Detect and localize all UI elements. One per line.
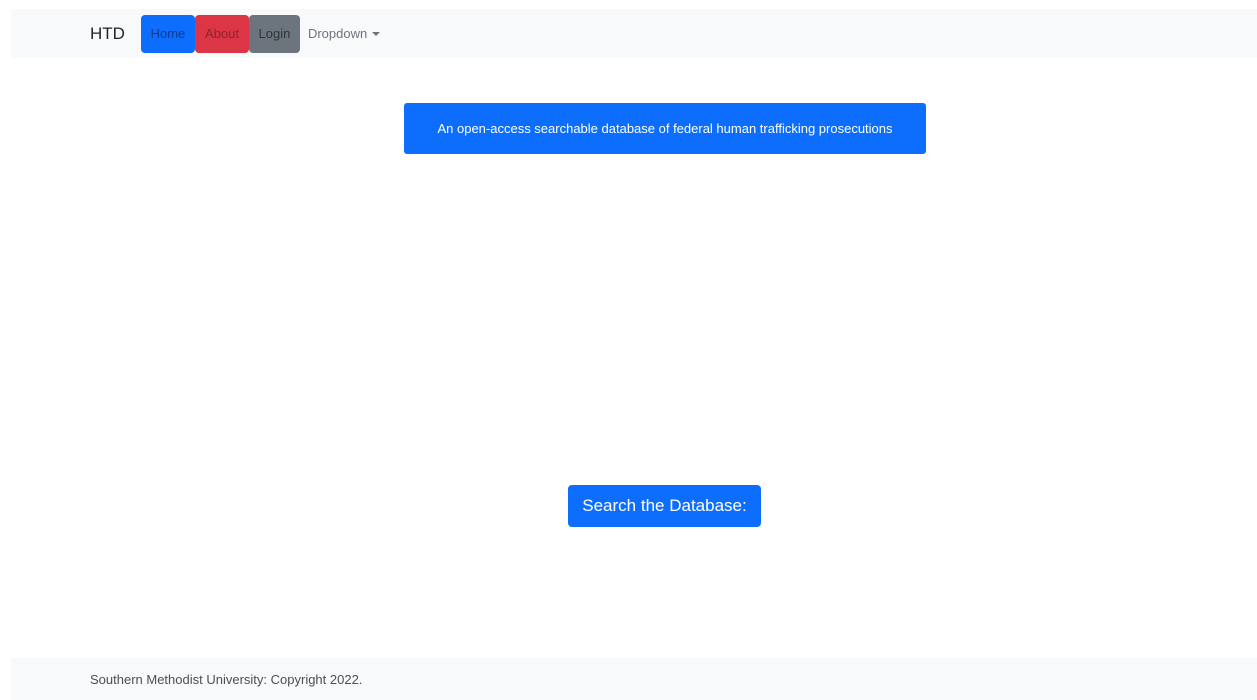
caret-down-icon [372, 31, 381, 36]
footer: Southern Methodist University: Copyright… [11, 658, 1257, 700]
nav-login-button[interactable]: Login [248, 14, 300, 53]
nav-home-button[interactable]: Home [140, 14, 195, 53]
brand-link[interactable]: HTD [90, 24, 125, 44]
nav-about-button[interactable]: About [194, 14, 249, 53]
search-database-button[interactable]: Search the Database: [568, 485, 761, 527]
footer-copyright: Southern Methodist University: Copyright… [90, 671, 363, 687]
nav-dropdown-label: Dropdown [307, 26, 368, 41]
nav-dropdown-toggle[interactable]: Dropdown [307, 26, 381, 41]
navbar: HTD Home About Login Dropdown [11, 9, 1257, 58]
tagline-banner: An open-access searchable database of fe… [404, 103, 926, 154]
